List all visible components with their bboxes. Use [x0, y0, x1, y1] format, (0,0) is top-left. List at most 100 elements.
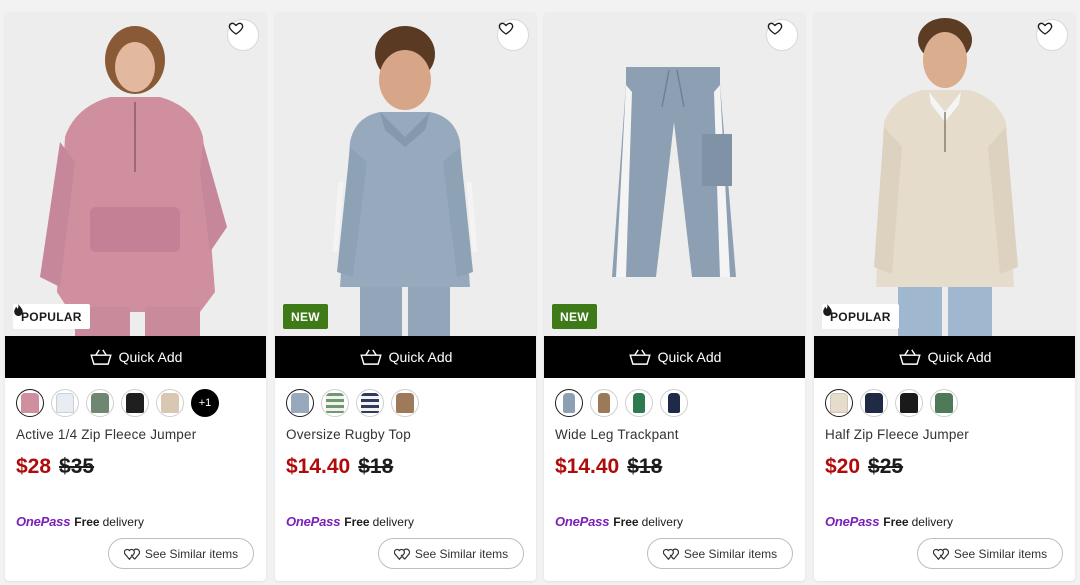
color-swatch[interactable] — [555, 389, 583, 417]
delivery-label: delivery — [372, 514, 414, 529]
product-image[interactable]: NEW — [275, 12, 536, 336]
wishlist-heart-button[interactable] — [497, 19, 529, 51]
wishlist-heart-button[interactable] — [227, 19, 259, 51]
product-name[interactable]: Wide Leg Trackpant — [555, 427, 679, 442]
product-photo-man-half-zip — [814, 12, 1075, 336]
color-swatch[interactable] — [860, 389, 888, 417]
basket-icon — [359, 349, 382, 365]
color-swatch[interactable] — [930, 389, 958, 417]
similar-hearts-icon — [393, 548, 410, 560]
product-card[interactable]: NEW Quick Add Wide Leg Trackpant $14.40 … — [544, 12, 805, 581]
onepass-logo: OnePass — [555, 514, 610, 529]
color-swatch[interactable] — [156, 389, 184, 417]
product-name[interactable]: Half Zip Fleece Jumper — [825, 427, 969, 442]
wishlist-heart-button[interactable] — [766, 19, 798, 51]
sale-price: $28 — [16, 455, 52, 478]
basket-icon — [89, 349, 112, 365]
new-badge: NEW — [552, 304, 597, 329]
delivery-label: delivery — [102, 514, 144, 529]
color-swatch[interactable] — [51, 389, 79, 417]
onepass-delivery: OnePass Free delivery — [555, 514, 683, 529]
basket-icon — [898, 349, 921, 365]
color-swatches — [825, 389, 965, 417]
quick-add-button[interactable]: Quick Add — [275, 336, 536, 378]
product-photo-boy-rugby-top — [275, 12, 536, 336]
original-price: $25 — [868, 455, 904, 478]
quick-add-button[interactable]: Quick Add — [814, 336, 1075, 378]
onepass-delivery: OnePass Free delivery — [825, 514, 953, 529]
product-name[interactable]: Active 1/4 Zip Fleece Jumper — [16, 427, 196, 442]
product-image[interactable]: POPULAR — [814, 12, 1075, 336]
see-similar-label: See Similar items — [414, 546, 509, 561]
badge-label: POPULAR — [21, 309, 82, 324]
heart-icon — [767, 22, 783, 35]
price-block: $28 $35 — [16, 455, 94, 479]
product-image[interactable]: POPULAR — [5, 12, 266, 336]
color-swatch[interactable] — [16, 389, 44, 417]
color-swatches: +1 — [16, 389, 226, 417]
color-swatch[interactable] — [590, 389, 618, 417]
heart-icon — [228, 22, 244, 35]
color-swatch[interactable] — [286, 389, 314, 417]
onepass-logo: OnePass — [16, 514, 71, 529]
popular-badge: POPULAR — [13, 304, 90, 329]
sale-price: $20 — [825, 455, 861, 478]
color-swatch[interactable] — [625, 389, 653, 417]
popular-badge: POPULAR — [822, 304, 899, 329]
onepass-logo: OnePass — [825, 514, 880, 529]
basket-icon — [628, 349, 651, 365]
original-price: $18 — [358, 455, 394, 478]
color-swatches — [286, 389, 426, 417]
price-block: $14.40 $18 — [286, 455, 393, 479]
color-swatch[interactable] — [86, 389, 114, 417]
original-price: $18 — [627, 455, 663, 478]
product-grid: POPULAR Quick Add +1 Active 1/4 Zip Flee… — [5, 12, 1075, 581]
delivery-label: delivery — [641, 514, 683, 529]
see-similar-label: See Similar items — [953, 546, 1048, 561]
see-similar-button[interactable]: See Similar items — [378, 538, 524, 569]
color-swatch[interactable] — [121, 389, 149, 417]
quick-add-button[interactable]: Quick Add — [544, 336, 805, 378]
product-card[interactable]: POPULAR Quick Add +1 Active 1/4 Zip Flee… — [5, 12, 266, 581]
flame-icon — [823, 304, 832, 316]
color-swatch[interactable] — [391, 389, 419, 417]
onepass-delivery: OnePass Free delivery — [286, 514, 414, 529]
price-block: $14.40 $18 — [555, 455, 662, 479]
similar-hearts-icon — [662, 548, 679, 560]
see-similar-label: See Similar items — [683, 546, 778, 561]
color-swatch[interactable] — [895, 389, 923, 417]
color-swatch[interactable] — [660, 389, 688, 417]
free-label: Free — [74, 514, 100, 529]
product-card[interactable]: POPULAR Quick Add Half Zip Fleece Jumper… — [814, 12, 1075, 581]
original-price: $35 — [59, 455, 95, 478]
onepass-delivery: OnePass Free delivery — [16, 514, 144, 529]
see-similar-button[interactable]: See Similar items — [108, 538, 254, 569]
quick-add-label: Quick Add — [927, 349, 992, 365]
see-similar-button[interactable]: See Similar items — [917, 538, 1063, 569]
product-name[interactable]: Oversize Rugby Top — [286, 427, 411, 442]
free-label: Free — [613, 514, 639, 529]
onepass-logo: OnePass — [286, 514, 341, 529]
new-badge: NEW — [283, 304, 328, 329]
color-swatch[interactable] — [356, 389, 384, 417]
heart-icon — [498, 22, 514, 35]
see-similar-label: See Similar items — [144, 546, 239, 561]
color-swatch[interactable] — [825, 389, 853, 417]
price-block: $20 $25 — [825, 455, 903, 479]
see-similar-button[interactable]: See Similar items — [647, 538, 793, 569]
free-label: Free — [883, 514, 909, 529]
similar-hearts-icon — [932, 548, 949, 560]
product-card[interactable]: NEW Quick Add Oversize Rugby Top $14.40 … — [275, 12, 536, 581]
product-photo-woman-pink-jumper — [5, 12, 266, 336]
quick-add-label: Quick Add — [118, 349, 183, 365]
product-photo-trackpant — [544, 12, 805, 336]
sale-price: $14.40 — [555, 455, 620, 478]
delivery-label: delivery — [911, 514, 953, 529]
flame-icon — [14, 304, 23, 316]
color-swatch[interactable] — [321, 389, 349, 417]
product-image[interactable]: NEW — [544, 12, 805, 336]
free-label: Free — [344, 514, 370, 529]
quick-add-button[interactable]: Quick Add — [5, 336, 266, 378]
more-colors-button[interactable]: +1 — [191, 389, 219, 417]
wishlist-heart-button[interactable] — [1036, 19, 1068, 51]
